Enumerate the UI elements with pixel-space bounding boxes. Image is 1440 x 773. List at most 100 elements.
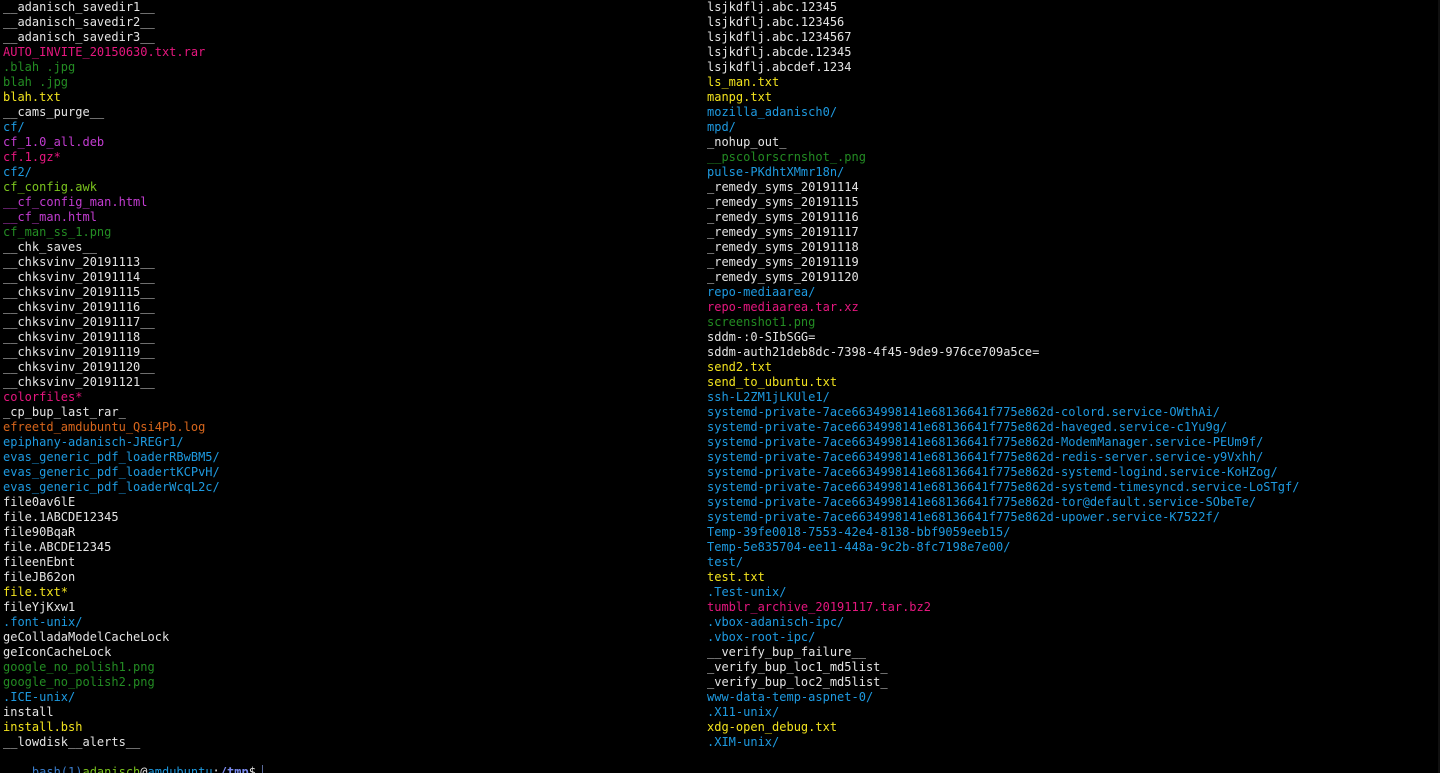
file-entry: tumblr_archive_20191117.tar.bz2 — [707, 600, 931, 614]
file-entry: lsjkdflj.abc.1234567 — [707, 30, 852, 44]
file-entry: .XIM-unix/ — [707, 735, 780, 749]
file-entry: xdg-open_debug.txt — [707, 720, 838, 734]
file-entry: mozilla_adanisch0/ — [707, 105, 838, 119]
prompt-shell-label: bash(1) — [31, 765, 83, 773]
file-entry: fileenEbnt — [3, 555, 76, 569]
file-entry: _remedy_syms_20191117 — [707, 225, 859, 239]
file-entry: geIconCacheLock — [3, 645, 112, 659]
file-entry: Temp-39fe0018-7553-42e4-8138-bbf9059eeb1… — [707, 525, 1011, 539]
file-entry: mpd/ — [707, 120, 736, 134]
file-entry: _remedy_syms_20191114 — [707, 180, 859, 194]
file-entry: cf.1.gz* — [3, 150, 61, 164]
file-entry: install.bsh — [3, 720, 83, 734]
prompt-symbol: $ — [248, 765, 256, 773]
file-entry: __adanisch_savedir3__ — [3, 30, 155, 44]
file-entry: Temp-5e835704-ee11-448a-9c2b-8fc7198e7e0… — [707, 540, 1011, 554]
file-entry: systemd-private-7ace6634998141e68136641f… — [707, 420, 1228, 434]
file-entry: efreetd_amdubuntu_Qsi4Pb.log — [3, 420, 206, 434]
file-entry: __lowdisk__alerts__ — [3, 735, 141, 749]
file-entry: lsjkdflj.abc.123456 — [707, 15, 845, 29]
file-entry: fileYjKxw1 — [3, 600, 76, 614]
file-entry: repo-mediaarea/ — [707, 285, 816, 299]
file-entry: __verify_bup_failure__ — [707, 645, 866, 659]
file-entry: __chksvinv_20191115__ — [3, 285, 155, 299]
file-entry: __chksvinv_20191117__ — [3, 315, 155, 329]
file-entry: cf_1.0_all.deb — [3, 135, 105, 149]
file-entry: _cp_bup_last_rar_ — [3, 405, 126, 419]
file-entry: file.1ABCDE12345 — [3, 510, 119, 524]
prompt-colon: : — [212, 765, 220, 773]
file-entry: file.ABCDE12345 — [3, 540, 112, 554]
file-entry: lsjkdflj.abc.12345 — [707, 0, 838, 14]
file-entry: lsjkdflj.abcde.12345 — [707, 45, 852, 59]
file-entry: _verify_bup_loc1_md5list_ — [707, 660, 888, 674]
file-entry: evas_generic_pdf_loadertKCPvH/ — [3, 465, 220, 479]
file-entry: blah.txt — [3, 90, 61, 104]
file-entry: cf2/ — [3, 165, 32, 179]
listing-column-left: __adanisch_savedir1__ __adanisch_savedir2… — [3, 0, 693, 750]
file-entry: repo-mediaarea.tar.xz — [707, 300, 859, 314]
shell-prompt[interactable]: bash(1)adanisch@amdubuntu:/tmp$ — [3, 750, 263, 773]
file-entry: sddm-auth21deb8dc-7398-4f45-9de9-976ce70… — [707, 345, 1040, 359]
file-entry: __adanisch_savedir2__ — [3, 15, 155, 29]
file-entry: systemd-private-7ace6634998141e68136641f… — [707, 510, 1220, 524]
file-entry: .ICE-unix/ — [3, 690, 76, 704]
file-entry: .X11-unix/ — [707, 705, 780, 719]
file-entry: AUTO_INVITE_20150630.txt.rar — [3, 45, 206, 59]
file-entry: __chksvinv_20191120__ — [3, 360, 155, 374]
file-entry: test.txt — [707, 570, 765, 584]
file-entry: ls_man.txt — [707, 75, 780, 89]
file-entry: __adanisch_savedir1__ — [3, 0, 155, 14]
file-entry: __cams_purge__ — [3, 105, 105, 119]
file-entry: .blah .jpg — [3, 60, 76, 74]
file-entry: __chksvinv_20191118__ — [3, 330, 155, 344]
file-entry: cf/ — [3, 120, 25, 134]
file-entry: lsjkdflj.abcdef.1234 — [707, 60, 852, 74]
file-entry: colorfiles* — [3, 390, 83, 404]
listing-column-right: lsjkdflj.abc.12345 lsjkdflj.abc.123456 lsj… — [707, 0, 1432, 750]
file-entry: file0av6lE — [3, 495, 76, 509]
file-entry: geColladaModelCacheLock — [3, 630, 170, 644]
file-entry: _remedy_syms_20191116 — [707, 210, 859, 224]
file-entry: .vbox-root-ipc/ — [707, 630, 816, 644]
prompt-path: /tmp — [219, 765, 249, 773]
file-entry: __chksvinv_20191121__ — [3, 375, 155, 389]
file-entry: _remedy_syms_20191120 — [707, 270, 859, 284]
prompt-user: adanisch — [82, 765, 141, 773]
file-entry: __cf_config_man.html — [3, 195, 148, 209]
file-entry: send_to_ubuntu.txt — [707, 375, 838, 389]
file-entry: __chk_saves__ — [3, 240, 97, 254]
file-entry: ssh-L2ZM1jLKUle1/ — [707, 390, 830, 404]
file-entry: send2.txt — [707, 360, 773, 374]
file-entry: blah .jpg — [3, 75, 69, 89]
file-entry: fileJB62on — [3, 570, 76, 584]
file-entry: manpg.txt — [707, 90, 773, 104]
file-entry: .vbox-adanisch-ipc/ — [707, 615, 845, 629]
text-cursor[interactable] — [261, 765, 263, 773]
file-entry: install — [3, 705, 54, 719]
file-entry: google_no_polish1.png — [3, 660, 155, 674]
file-entry: systemd-private-7ace6634998141e68136641f… — [707, 480, 1300, 494]
file-entry: systemd-private-7ace6634998141e68136641f… — [707, 495, 1257, 509]
file-entry: _remedy_syms_20191119 — [707, 255, 859, 269]
file-entry: sddm-:0-SIbSGG= — [707, 330, 816, 344]
file-entry: _remedy_syms_20191115 — [707, 195, 859, 209]
file-entry: epiphany-adanisch-JREGr1/ — [3, 435, 184, 449]
terminal-window[interactable]: __adanisch_savedir1__ __adanisch_savedir2… — [0, 0, 1440, 773]
file-entry: screenshot1.png — [707, 315, 816, 329]
file-entry: cf_man_ss_1.png — [3, 225, 112, 239]
file-entry: __cf_man.html — [3, 210, 97, 224]
file-entry: evas_generic_pdf_loaderRBwBM5/ — [3, 450, 220, 464]
file-entry: _verify_bup_loc2_md5list_ — [707, 675, 888, 689]
file-entry: evas_generic_pdf_loaderWcqL2c/ — [3, 480, 220, 494]
file-entry: cf_config.awk — [3, 180, 97, 194]
file-entry: pulse-PKdhtXMmr18n/ — [707, 165, 845, 179]
prompt-at-sign: @ — [140, 765, 148, 773]
file-entry: www-data-temp-aspnet-0/ — [707, 690, 874, 704]
file-entry: __chksvinv_20191113__ — [3, 255, 155, 269]
file-entry: file.txt* — [3, 585, 69, 599]
file-entry: _nohup_out_ — [707, 135, 787, 149]
file-entry: .font-unix/ — [3, 615, 83, 629]
file-entry: google_no_polish2.png — [3, 675, 155, 689]
file-entry: systemd-private-7ace6634998141e68136641f… — [707, 450, 1264, 464]
